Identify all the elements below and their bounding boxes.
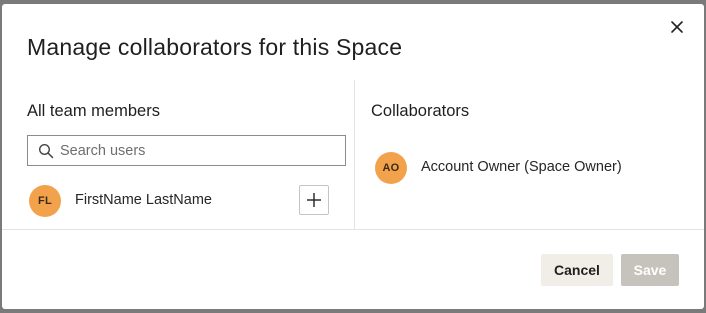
add-collaborator-button[interactable] <box>299 185 329 215</box>
search-icon <box>38 143 54 159</box>
footer-divider <box>2 229 704 230</box>
dialog-title: Manage collaborators for this Space <box>27 34 403 60</box>
collaborators-heading: Collaborators <box>371 102 470 120</box>
search-users-input[interactable] <box>60 142 330 159</box>
team-members-panel: All team members FL FirstName LastName <box>2 80 354 230</box>
collaborators-panel: Collaborators AO Account Owner (Space Ow… <box>355 80 704 230</box>
collaborator-row: AO Account Owner (Space Owner) <box>373 150 693 184</box>
team-member-name: FirstName LastName <box>75 192 212 208</box>
cancel-button[interactable]: Cancel <box>541 254 613 286</box>
close-button[interactable] <box>666 16 688 38</box>
manage-collaborators-dialog: Manage collaborators for this Space All … <box>2 4 704 309</box>
avatar: AO <box>375 152 407 184</box>
close-icon <box>671 21 683 33</box>
search-users-box[interactable] <box>27 135 346 166</box>
collaborator-name: Account Owner (Space Owner) <box>421 159 622 175</box>
team-member-row: FL FirstName LastName <box>27 183 332 217</box>
save-button[interactable]: Save <box>621 254 679 286</box>
team-members-heading: All team members <box>27 102 160 120</box>
plus-icon <box>307 193 321 207</box>
avatar: FL <box>29 185 61 217</box>
